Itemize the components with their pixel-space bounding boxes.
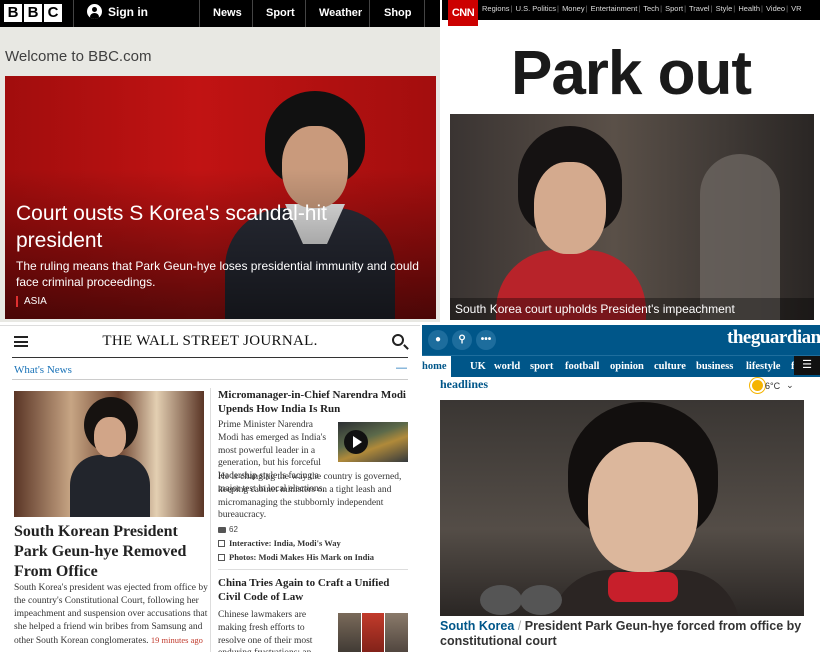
section-dash: — [396, 362, 407, 374]
story-headline[interactable]: Micromanager-in-Chief Narendra Modi Upen… [218, 388, 408, 416]
interactive-icon [218, 539, 225, 547]
hero-caption[interactable]: South Korea court upholds President's im… [450, 298, 814, 320]
nav-lifestyle[interactable]: lifestyle [746, 356, 780, 377]
person-icon[interactable]: ● [428, 330, 448, 350]
nav-style[interactable]: Style [716, 4, 733, 13]
temperature: 6°C [765, 380, 781, 391]
nav-sport[interactable]: Sport [266, 0, 295, 27]
guardian-nav: home UK world sport football opinion cul… [422, 355, 820, 377]
nav-vr[interactable]: VR [791, 4, 801, 13]
page-title[interactable]: Park out [442, 38, 820, 110]
nav-entertainment[interactable]: Entertainment [591, 4, 638, 13]
nav-home[interactable]: home [422, 356, 451, 377]
story-headline[interactable]: China Tries Again to Craft a Unified Civ… [218, 576, 408, 604]
section-tag[interactable]: ASIA [16, 296, 47, 307]
nav-shop[interactable]: Shop [384, 0, 412, 27]
wsj-masthead[interactable]: THE WALL STREET JOURNAL. [0, 333, 420, 350]
related-link-label: Photos: Modi Makes His Mark on India [229, 552, 374, 562]
hero-summary: The ruling means that Park Geun-hye lose… [16, 259, 419, 289]
nav-weather[interactable]: Weather [319, 0, 362, 27]
video-thumbnail[interactable] [338, 422, 408, 462]
bbc-logo[interactable]: B B C [4, 4, 62, 22]
guardian-top-bar: ● ⚲ ••• theguardian [422, 325, 820, 355]
nav-news[interactable]: News [213, 0, 242, 27]
hero-headline[interactable]: Court ousts S Korea's scandal-hit presid… [16, 200, 386, 254]
camera-icon [218, 553, 225, 561]
related-link[interactable]: Interactive: India, Modi's Way [218, 538, 408, 548]
divider [305, 0, 306, 27]
caption-section[interactable]: South Korea [440, 619, 514, 633]
divider [218, 569, 408, 570]
lead-summary: South Korea's president was ejected from… [14, 582, 209, 648]
weather-widget[interactable]: 6°C ⌄ [752, 380, 794, 391]
nav-culture[interactable]: culture [654, 356, 686, 377]
cnn-logo[interactable]: CNN [448, 0, 478, 26]
search-icon[interactable] [392, 334, 404, 346]
welcome-heading: Welcome to BBC.com [5, 48, 152, 65]
hero-photo[interactable] [440, 400, 804, 616]
sign-in-label: Sign in [108, 4, 148, 19]
bbc-panel: B B C Sign in News Sport Weather Shop We… [0, 0, 440, 322]
search-icon[interactable]: ⚲ [452, 330, 472, 350]
sun-icon [752, 380, 763, 391]
nav-sport[interactable]: sport [530, 356, 553, 377]
bbc-logo-letter: C [44, 4, 62, 22]
related-link-label: Interactive: India, Modi's Way [229, 538, 341, 548]
cnn-nav: Regions| U.S. Politics| Money| Entertain… [482, 4, 802, 13]
hero-photo[interactable] [450, 114, 814, 320]
nav-uk[interactable]: UK [470, 356, 486, 377]
divider [252, 0, 253, 27]
comment-count[interactable]: 62 [218, 525, 238, 534]
person-icon [87, 4, 102, 19]
nav-health[interactable]: Health [738, 4, 760, 13]
cnn-panel: Regions| U.S. Politics| Money| Entertain… [442, 0, 820, 322]
divider [424, 0, 425, 27]
guardian-logo[interactable]: theguardian [727, 325, 820, 351]
nav-world[interactable]: world [494, 356, 520, 377]
comment-count-value: 62 [229, 525, 238, 534]
divider [73, 0, 74, 27]
bbc-logo-letter: B [4, 4, 22, 22]
divider [369, 0, 370, 27]
hero-caption[interactable]: South Korea / President Park Geun-hye fo… [440, 619, 810, 649]
nav-video[interactable]: Video [766, 4, 785, 13]
divider [12, 379, 408, 380]
play-icon[interactable] [344, 430, 368, 454]
column-divider [210, 388, 211, 652]
divider [199, 0, 200, 27]
nav-football[interactable]: football [565, 356, 599, 377]
nav-regions[interactable]: Regions [482, 4, 510, 13]
section-title[interactable]: What's News [14, 364, 72, 376]
section-title: headlines [440, 377, 489, 391]
nav-us-politics[interactable]: U.S. Politics [516, 4, 556, 13]
hero-story[interactable]: Court ousts S Korea's scandal-hit presid… [5, 76, 436, 319]
nav-business[interactable]: business [696, 356, 733, 377]
nav-tech[interactable]: Tech [643, 4, 659, 13]
nav-opinion[interactable]: opinion [610, 356, 644, 377]
nav-sport[interactable]: Sport [665, 4, 683, 13]
more-icon[interactable]: ••• [476, 330, 496, 350]
related-link[interactable]: Photos: Modi Makes His Mark on India [218, 552, 408, 562]
sign-in-button[interactable]: Sign in [87, 4, 148, 19]
chevron-down-icon[interactable]: ⌄ [786, 380, 794, 391]
timestamp: 19 minutes ago [150, 635, 203, 645]
lead-photo[interactable] [14, 391, 204, 517]
divider [12, 357, 408, 358]
cnn-top-bar: Regions| U.S. Politics| Money| Entertain… [442, 0, 820, 20]
nav-money[interactable]: Money [562, 4, 585, 13]
wsj-panel: THE WALL STREET JOURNAL. What's News — S… [0, 325, 420, 652]
story-thumbnail[interactable] [338, 613, 409, 652]
guardian-panel: ● ⚲ ••• theguardian home UK world sport … [422, 325, 820, 652]
bbc-logo-letter: B [24, 4, 42, 22]
story-summary-continued: He is changing the way the country is go… [218, 472, 402, 521]
comment-icon [218, 526, 226, 533]
bbc-top-bar: B B C Sign in News Sport Weather Shop [0, 0, 440, 27]
menu-icon[interactable]: ☰ [794, 356, 820, 375]
story-summary: Chinese lawmakers are making fresh effor… [218, 610, 313, 652]
nav-travel[interactable]: Travel [689, 4, 710, 13]
lead-headline[interactable]: South Korean President Park Geun-hye Rem… [14, 522, 209, 582]
caption-separator: / [517, 619, 522, 633]
